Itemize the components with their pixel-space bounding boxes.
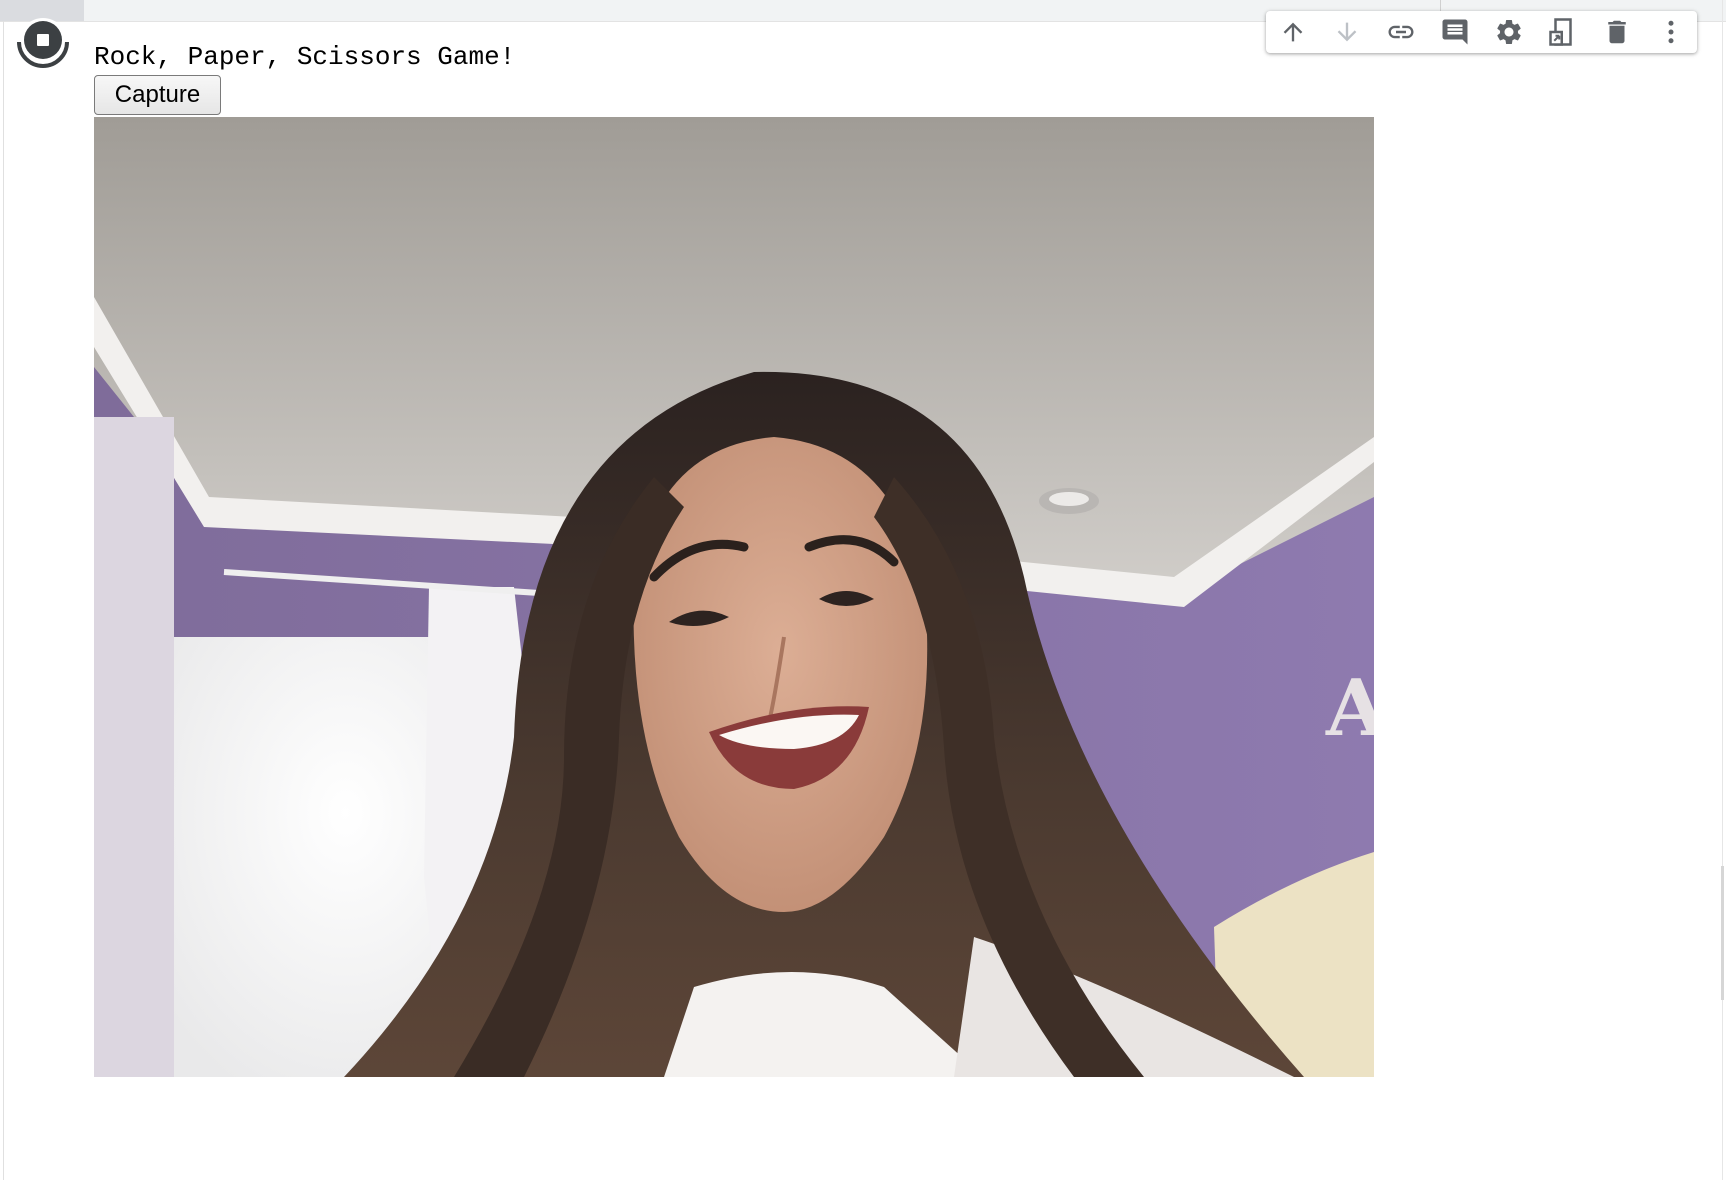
comment-icon <box>1442 19 1468 45</box>
scrollbar-thumb[interactable] <box>1721 866 1724 1000</box>
arrow-down-icon <box>1337 22 1357 42</box>
capture-button[interactable]: Capture <box>94 75 221 115</box>
webcam-video: A <box>94 117 1374 1077</box>
move-cell-down-button[interactable] <box>1329 14 1365 50</box>
link-icon <box>1388 25 1414 39</box>
add-comment-button[interactable] <box>1437 14 1473 50</box>
delete-cell-button[interactable] <box>1599 14 1635 50</box>
more-vert-icon <box>1668 20 1674 44</box>
output-title: Rock, Paper, Scissors Game! <box>94 42 516 72</box>
page-right-edge <box>1722 0 1723 1180</box>
copy-link-button[interactable] <box>1383 14 1419 50</box>
notebook-page: Rock, Paper, Scissors Game! Capture A <box>0 0 1726 1180</box>
cell-settings-button[interactable] <box>1491 14 1527 50</box>
webcam-frame-image: A <box>94 117 1374 1077</box>
move-cell-up-button[interactable] <box>1275 14 1311 50</box>
delete-icon <box>1608 20 1626 44</box>
svg-text:A: A <box>1325 663 1374 754</box>
mirror-cell-icon <box>1549 18 1572 46</box>
stop-execution-button[interactable] <box>16 18 72 68</box>
gear-icon <box>1497 19 1521 44</box>
cell-gutter-line <box>3 21 4 1180</box>
cell-toolbar <box>1266 11 1697 53</box>
arrow-up-icon <box>1283 22 1303 42</box>
mirror-cell-button[interactable] <box>1545 14 1581 50</box>
stop-spinner-icon <box>17 18 69 68</box>
more-actions-button[interactable] <box>1653 14 1689 50</box>
